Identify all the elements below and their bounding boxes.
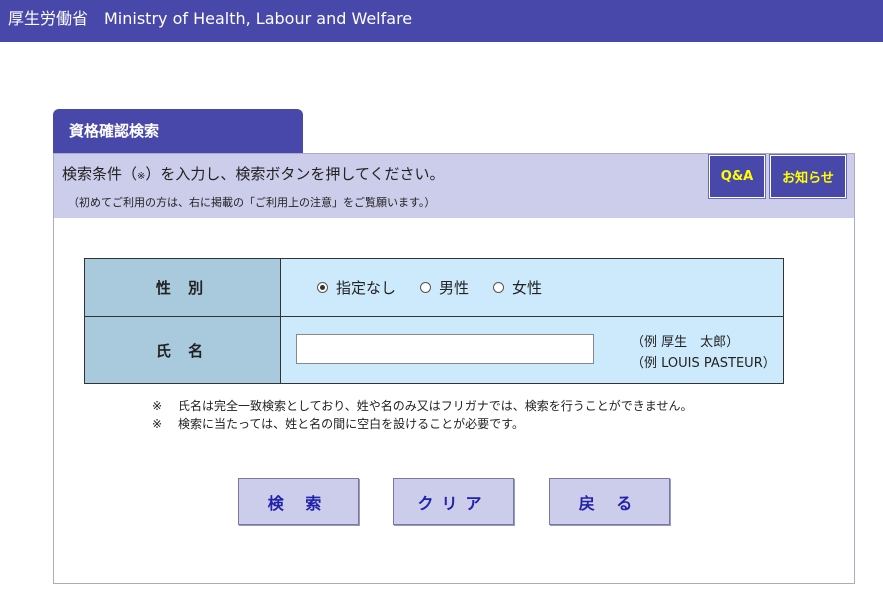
note-text: 氏名は完全一致検索としており、姓や名のみ又はフリガナでは、検索を行うことができま…	[178, 399, 693, 413]
notice-button[interactable]: お知らせ	[769, 154, 847, 199]
instruction-text: 検索条件（※）を入力し、検索ボタンを押してください。	[62, 163, 445, 184]
name-row: 氏 名 （例 厚生 太郎） （例 LOUIS PASTEUR）	[85, 317, 783, 383]
instruction-subtext: （初めてご利用の方は、右に掲載の「ご利用上の注意」をご覧願います。）	[68, 196, 436, 209]
instruction-bar: 検索条件（※）を入力し、検索ボタンを押してください。 （初めてご利用の方は、右に…	[54, 154, 854, 218]
radio-unchecked-icon[interactable]	[493, 282, 505, 293]
gender-label: 性 別	[85, 259, 281, 316]
name-input[interactable]	[296, 334, 594, 364]
gender-option-label: 女性	[512, 279, 543, 297]
gender-option-female[interactable]: 女性	[493, 277, 542, 298]
search-form-table: 性 別 指定なし 男性 女性 氏 名 （例 厚生 太郎） （例 LOUIS PA…	[84, 258, 784, 384]
note-item: ※ 氏名は完全一致検索としており、姓や名のみ又はフリガナでは、検索を行うことができ…	[152, 397, 692, 415]
top-header-bar: 厚生労働省 Ministry of Health, Labour and Wel…	[0, 0, 883, 42]
name-example-japanese: （例 厚生 太郎）	[631, 335, 740, 350]
search-panel: 検索条件（※）を入力し、検索ボタンを押してください。 （初めてご利用の方は、右に…	[53, 153, 855, 584]
section-tab-label: 資格確認検索	[69, 122, 160, 140]
gender-radio-group: 指定なし 男性 女性	[317, 259, 566, 316]
note-mark: ※	[152, 417, 163, 431]
back-button[interactable]: 戻 る	[549, 478, 670, 525]
clear-button[interactable]: クリア	[393, 478, 514, 525]
note-item: ※ 検索に当たっては、姓と名の間に空白を設けることが必要です。	[152, 415, 692, 433]
gender-option-label: 男性	[439, 279, 470, 297]
instruction-text-start: 検索条件（	[62, 165, 138, 183]
gender-option-unspecified[interactable]: 指定なし	[317, 277, 396, 298]
radio-checked-icon[interactable]	[317, 282, 328, 293]
ministry-title: 厚生労働省 Ministry of Health, Labour and Wel…	[8, 9, 413, 28]
note-text: 検索に当たっては、姓と名の間に空白を設けることが必要です。	[178, 417, 524, 431]
qa-button[interactable]: Q&A	[708, 154, 766, 199]
name-label: 氏 名	[85, 317, 281, 383]
search-notes: ※ 氏名は完全一致検索としており、姓や名のみ又はフリガナでは、検索を行うことができ…	[152, 397, 692, 433]
name-example-roman: （例 LOUIS PASTEUR）	[631, 356, 776, 371]
instruction-text-end: ）を入力し、検索ボタンを押してください。	[145, 165, 445, 183]
gender-row: 性 別 指定なし 男性 女性	[85, 259, 783, 317]
search-button[interactable]: 検 索	[238, 478, 359, 525]
gender-option-label: 指定なし	[336, 279, 397, 297]
radio-unchecked-icon[interactable]	[420, 282, 432, 293]
note-mark: ※	[152, 399, 163, 413]
section-tab: 資格確認検索	[53, 109, 303, 153]
gender-option-male[interactable]: 男性	[420, 277, 469, 298]
